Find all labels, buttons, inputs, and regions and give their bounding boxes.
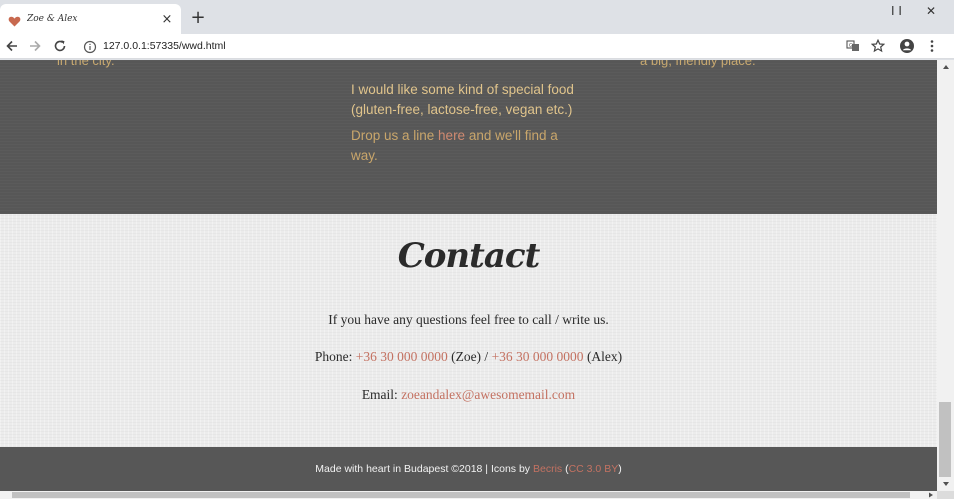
scroll-right-arrow-icon[interactable] <box>925 491 937 499</box>
window-close-icon[interactable]: ✕ <box>926 5 936 17</box>
phone-alex-name: (Alex) <box>583 349 623 364</box>
here-link[interactable]: here <box>438 128 465 143</box>
phone-zoe-name: (Zoe) / <box>447 349 492 364</box>
phone-zoe-link[interactable]: +36 30 000 0000 <box>356 349 448 364</box>
address-bar[interactable]: 127.0.0.1:57335/wwd.html <box>77 35 892 57</box>
footer-text: Made with heart in Budapest ©2018 | Icon… <box>315 463 621 475</box>
horizontal-scrollbar[interactable] <box>0 491 954 499</box>
phone-label: Phone: <box>314 349 356 364</box>
faq-cut-text-left: in the city. <box>57 60 115 68</box>
scroll-up-arrow-icon[interactable] <box>937 60 954 74</box>
faq-cut-text-right: a big, friendly place. <box>640 60 756 68</box>
contact-phone-line: Phone: +36 30 000 0000 (Zoe) / +36 30 00… <box>0 349 937 365</box>
contact-section: Contact If you have any questions feel f… <box>0 214 937 447</box>
svg-text:G: G <box>849 43 853 49</box>
footer-credit: Made with heart in Budapest ©2018 | Icon… <box>315 463 533 475</box>
contact-heading: Contact <box>397 236 541 276</box>
url-text: 127.0.0.1:57335/wwd.html <box>103 40 226 52</box>
menu-icon[interactable] <box>924 38 940 54</box>
email-label: Email: <box>361 387 402 402</box>
scrollbar-corner <box>937 491 954 499</box>
vertical-scrollbar[interactable] <box>937 60 954 491</box>
browser-toolbar: 127.0.0.1:57335/wwd.html G <box>0 34 954 59</box>
forward-icon[interactable] <box>26 37 44 55</box>
contact-intro: If you have any questions feel free to c… <box>328 312 609 327</box>
profile-icon[interactable] <box>899 38 915 54</box>
reload-icon[interactable] <box>51 37 69 55</box>
info-icon[interactable] <box>83 39 97 54</box>
email-link[interactable]: zoeandalex@awesomemail.com <box>401 387 575 402</box>
minimize-icon[interactable]: I I <box>891 5 902 17</box>
phone-alex-link[interactable]: +36 30 000 0000 <box>492 349 584 364</box>
faq-section: in the city. a big, friendly place. I wo… <box>0 60 937 214</box>
faq-answer-special-food: Drop us a line here and we'll find a way… <box>351 126 581 166</box>
tab-strip: Zoe & Alex × + I I ✕ <box>0 0 954 34</box>
page-footer: Made with heart in Budapest ©2018 | Icon… <box>0 447 937 491</box>
star-icon[interactable] <box>870 38 886 54</box>
translate-icon[interactable]: G <box>845 38 861 54</box>
heart-favicon-icon <box>8 13 21 26</box>
new-tab-button[interactable]: + <box>188 8 208 28</box>
footer-paren-close: ) <box>618 463 622 475</box>
back-icon[interactable] <box>3 37 21 55</box>
horizontal-scroll-thumb[interactable] <box>12 492 910 498</box>
tab-close-icon[interactable]: × <box>157 13 177 26</box>
tab-title: Zoe & Alex <box>27 14 78 24</box>
browser-tab[interactable]: Zoe & Alex × <box>0 4 181 34</box>
vertical-scroll-thumb[interactable] <box>939 402 951 477</box>
scroll-down-arrow-icon[interactable] <box>937 477 954 491</box>
becris-link[interactable]: Becris <box>533 463 562 475</box>
license-link[interactable]: CC 3.0 BY <box>569 463 619 475</box>
page-viewport: in the city. a big, friendly place. I wo… <box>0 60 937 491</box>
contact-email-line: Email: zoeandalex@awesomemail.com <box>0 387 937 403</box>
faq-answer-text: Drop us a line <box>351 128 439 143</box>
faq-question-special-food: I would like some kind of special food (… <box>351 82 574 117</box>
